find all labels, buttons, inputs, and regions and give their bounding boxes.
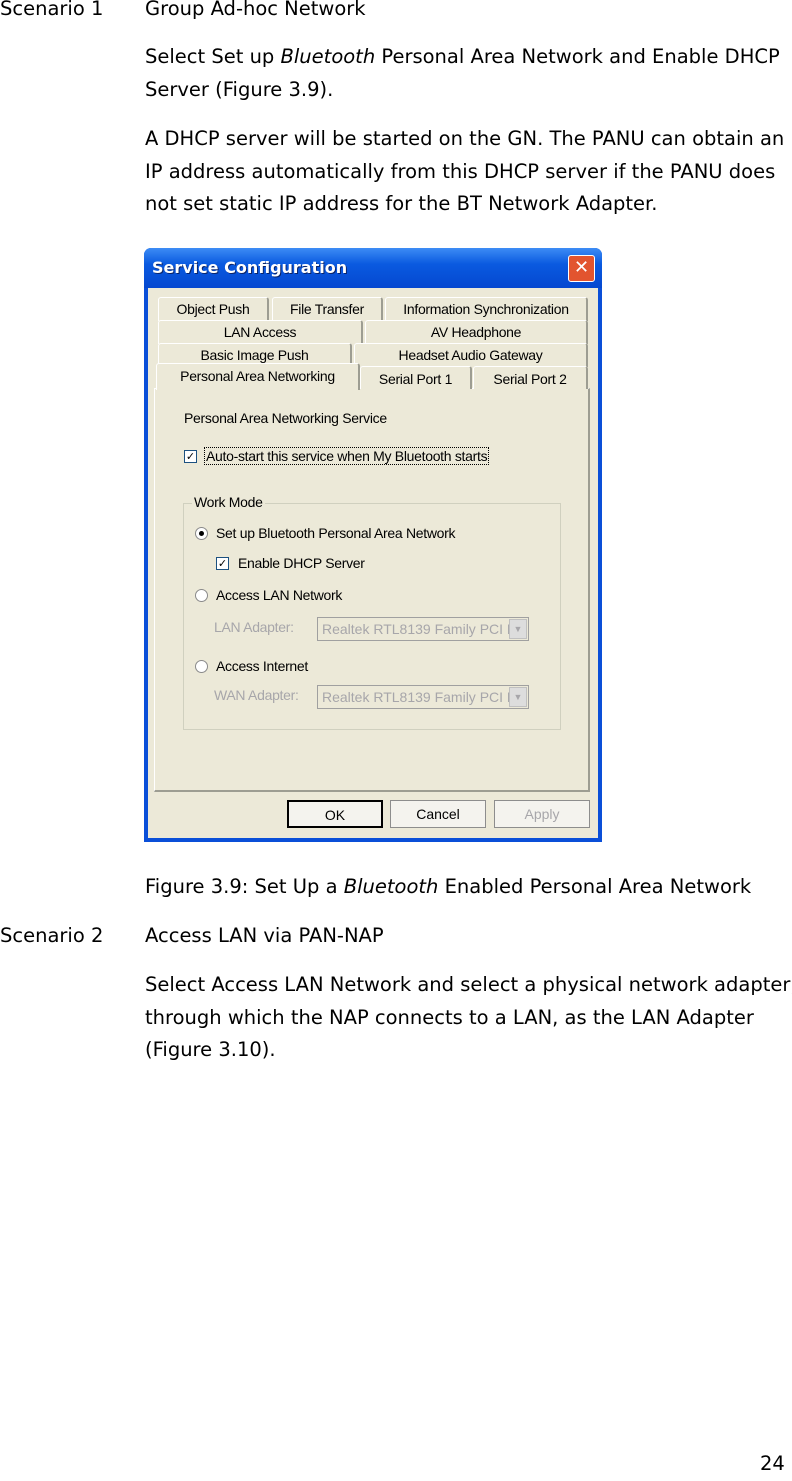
- scenario1-heading: Group Ad-hoc Network: [145, 0, 366, 20]
- tab-av-headphone[interactable]: AV Headphone: [365, 320, 588, 344]
- scenario1-para2: A DHCP server will be started on the GN.…: [145, 127, 785, 215]
- ok-button[interactable]: OK: [287, 800, 383, 828]
- text: Enabled Personal Area Network: [438, 875, 752, 898]
- scenario1-para1: Select Set up Bluetooth Personal Area Ne…: [145, 41, 792, 106]
- tab-file-transfer[interactable]: File Transfer: [272, 297, 383, 321]
- figure-caption: Figure 3.9: Set Up a Bluetooth Enabled P…: [145, 871, 751, 904]
- autostart-label[interactable]: Auto-start this service when My Bluetoot…: [203, 447, 490, 465]
- chevron-down-icon[interactable]: ▼: [509, 619, 527, 639]
- enable-dhcp-checkbox[interactable]: ✓: [216, 557, 229, 570]
- scenario2-para1: Select Access LAN Network and select a p…: [145, 973, 792, 1061]
- emphasis: Bluetooth: [343, 875, 439, 898]
- enable-dhcp-label[interactable]: Enable DHCP Server: [238, 555, 365, 571]
- setup-pan-label[interactable]: Set up Bluetooth Personal Area Network: [216, 525, 456, 541]
- cancel-button[interactable]: Cancel: [390, 800, 486, 828]
- apply-button[interactable]: Apply: [494, 800, 590, 828]
- access-internet-radio[interactable]: [195, 660, 208, 673]
- title-bar: Service Configuration ✕: [144, 248, 602, 288]
- chevron-down-icon[interactable]: ▼: [509, 687, 527, 707]
- autostart-checkbox[interactable]: ✓: [184, 450, 197, 463]
- emphasis: Bluetooth: [280, 45, 376, 68]
- lan-adapter-label: LAN Adapter:: [214, 619, 294, 635]
- tab-serial-port-1[interactable]: Serial Port 1: [360, 366, 472, 389]
- access-lan-label[interactable]: Access LAN Network: [216, 587, 342, 603]
- tab-headset-audio-gateway[interactable]: Headset Audio Gateway: [354, 343, 588, 367]
- tab-serial-port-2[interactable]: Serial Port 2: [473, 366, 588, 389]
- wan-adapter-label: WAN Adapter:: [214, 687, 299, 703]
- text: Select Set up: [145, 45, 281, 68]
- close-icon[interactable]: ✕: [568, 255, 595, 282]
- page-number: 24: [760, 1452, 785, 1475]
- lan-adapter-select[interactable]: Realtek RTL8139 Family PCI F ▼: [317, 617, 529, 641]
- work-mode-label: Work Mode: [192, 494, 265, 510]
- text: Figure 3.9: Set Up a: [145, 875, 344, 898]
- scenario1-label: Scenario 1: [0, 0, 104, 20]
- wan-adapter-select[interactable]: Realtek RTL8139 Family PCI F ▼: [317, 685, 529, 709]
- scenario2-heading: Access LAN via PAN-NAP: [145, 924, 384, 947]
- tab-lan-access[interactable]: LAN Access: [158, 320, 363, 344]
- scenario2-label: Scenario 2: [0, 924, 104, 947]
- wan-adapter-value: Realtek RTL8139 Family PCI F: [322, 689, 516, 705]
- tab-information-synchronization[interactable]: Information Synchronization: [385, 297, 588, 321]
- dialog-title: Service Configuration: [152, 258, 348, 277]
- setup-pan-radio[interactable]: [195, 527, 208, 540]
- service-label: Personal Area Networking Service: [184, 410, 387, 426]
- access-lan-radio[interactable]: [195, 589, 208, 602]
- access-internet-label[interactable]: Access Internet: [216, 658, 308, 674]
- tab-personal-area-networking[interactable]: Personal Area Networking: [156, 363, 360, 390]
- tab-object-push[interactable]: Object Push: [158, 297, 269, 321]
- lan-adapter-value: Realtek RTL8139 Family PCI F: [322, 621, 516, 637]
